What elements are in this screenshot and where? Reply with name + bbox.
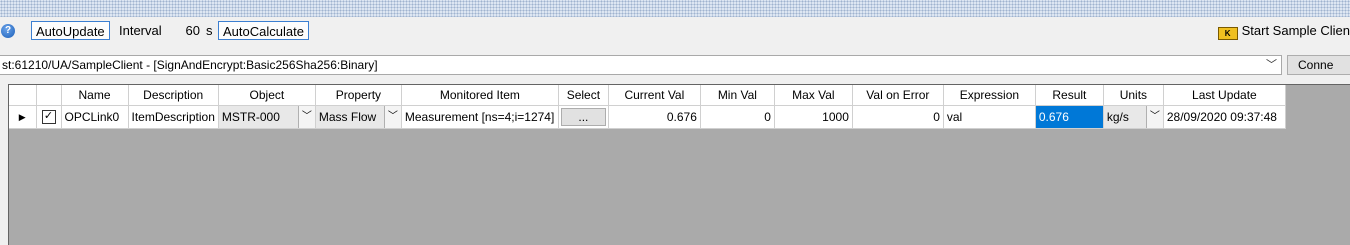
interval-value-field[interactable]: 60: [170, 21, 200, 40]
column-header-select[interactable]: Select: [558, 85, 609, 106]
start-sample-client-label: Start Sample Clien: [1241, 23, 1350, 38]
toolbar: ? AutoUpdate Interval 60 s AutoCalculate…: [0, 18, 1350, 45]
min-val-cell[interactable]: 0: [700, 105, 775, 129]
column-header-name[interactable]: Name: [61, 85, 129, 106]
column-header-max-val[interactable]: Max Val: [774, 85, 853, 106]
units-dropdown[interactable]: kg/s ﹀: [1103, 105, 1164, 129]
start-sample-client-button[interactable]: K Start Sample Clien: [1217, 21, 1350, 40]
start-client-icon: K: [1217, 27, 1238, 40]
monitored-item-cell[interactable]: Measurement [ns=4;i=1274]: [401, 105, 559, 129]
object-value: MSTR-000: [221, 110, 280, 124]
result-cell[interactable]: 0.676: [1035, 105, 1104, 129]
property-value: Mass Flow: [318, 110, 377, 124]
select-cell[interactable]: ...: [558, 105, 609, 129]
name-cell[interactable]: OPCLink0: [61, 105, 129, 129]
column-header-val-on-error[interactable]: Val on Error: [852, 85, 944, 106]
interval-unit: s: [206, 23, 213, 38]
expression-cell[interactable]: val: [943, 105, 1036, 129]
column-header-monitored-item[interactable]: Monitored Item: [401, 85, 559, 106]
column-header-result[interactable]: Result: [1035, 85, 1104, 106]
column-header-min-val[interactable]: Min Val: [700, 85, 775, 106]
endpoint-value: st:61210/UA/SampleClient - [SignAndEncry…: [2, 58, 378, 72]
column-header-current-val[interactable]: Current Val: [608, 85, 701, 106]
column-header-object[interactable]: Object: [218, 85, 316, 106]
items-grid[interactable]: Name Description Object Property Monitor…: [8, 84, 1350, 245]
help-icon[interactable]: ?: [1, 24, 15, 38]
column-header-description[interactable]: Description: [128, 85, 219, 106]
chevron-down-icon[interactable]: ﹀: [383, 106, 401, 128]
column-header-check: [36, 85, 62, 106]
items-table: Name Description Object Property Monitor…: [9, 85, 1286, 129]
select-button[interactable]: ...: [560, 108, 606, 126]
row-indicator-icon[interactable]: ▶: [9, 105, 37, 129]
header-row: Name Description Object Property Monitor…: [9, 85, 1286, 106]
endpoint-select[interactable]: st:61210/UA/SampleClient - [SignAndEncry…: [0, 55, 1282, 75]
enabled-checkbox[interactable]: ✓: [41, 110, 56, 125]
column-header-expression[interactable]: Expression: [943, 85, 1036, 106]
chevron-down-icon[interactable]: ﹀: [1145, 106, 1163, 128]
enabled-cell[interactable]: ✓: [36, 105, 62, 129]
window-title-strip: [0, 0, 1350, 17]
chevron-down-icon[interactable]: ﹀: [1266, 56, 1277, 74]
interval-label: Interval: [119, 23, 162, 38]
object-dropdown[interactable]: MSTR-000 ﹀: [218, 105, 316, 129]
max-val-cell[interactable]: 1000: [774, 105, 853, 129]
column-header-property[interactable]: Property: [315, 85, 402, 106]
val-on-error-cell[interactable]: 0: [852, 105, 944, 129]
table-row[interactable]: ▶ ✓ OPCLink0 ItemDescription MSTR-000 ﹀ M…: [9, 105, 1286, 129]
row-header-corner: [9, 85, 37, 106]
chevron-down-icon[interactable]: ﹀: [297, 106, 315, 128]
auto-update-button[interactable]: AutoUpdate: [31, 21, 110, 40]
column-header-units[interactable]: Units: [1103, 85, 1164, 106]
description-cell[interactable]: ItemDescription: [128, 105, 219, 129]
property-dropdown[interactable]: Mass Flow ﹀: [315, 105, 402, 129]
auto-calculate-button[interactable]: AutoCalculate: [218, 21, 309, 40]
current-val-cell[interactable]: 0.676: [608, 105, 701, 129]
connect-button[interactable]: Conne: [1287, 55, 1350, 75]
column-header-last-update[interactable]: Last Update: [1163, 85, 1286, 106]
last-update-cell[interactable]: 28/09/2020 09:37:48: [1163, 105, 1286, 129]
units-value: kg/s: [1106, 110, 1129, 124]
